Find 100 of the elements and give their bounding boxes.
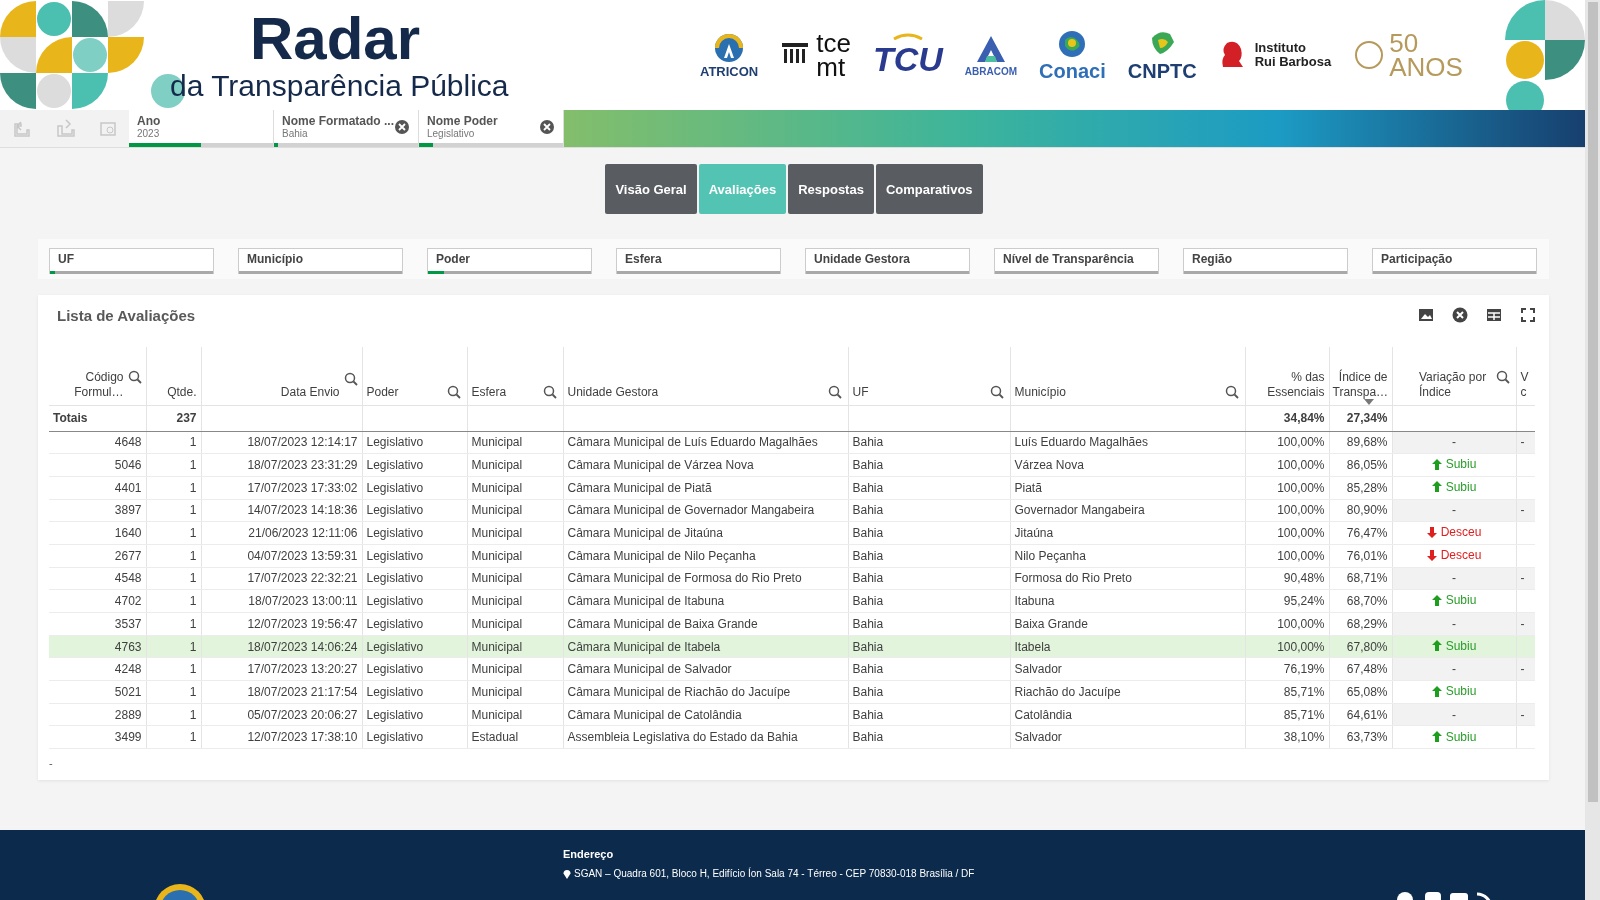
logo-icon: [713, 31, 746, 64]
filter-dropdown[interactable]: Esfera: [616, 248, 781, 274]
close-icon[interactable]: [394, 118, 410, 135]
column-header[interactable]: V c: [1516, 347, 1535, 405]
table-cell: Municipal: [467, 476, 563, 500]
variation-cell: Subiu: [1392, 476, 1516, 500]
table-row[interactable]: 3499 1 12/07/2023 17:38:10 Legislativo Estadual Assembleia Legislativa do Estado da Bahia Bahia Salvador 38,10% 63,73% Subiu: [49, 725, 1535, 749]
table-cell: Câmara Municipal de Salvador: [563, 657, 848, 681]
search-icon[interactable]: [1224, 384, 1239, 399]
table-row[interactable]: 2677 1 04/07/2023 13:59:31 Legislativo Municipal Câmara Municipal de Nilo Peçanha Bahia Nilo Peçanha 100,00% 76,01% Desceu: [49, 544, 1535, 568]
table-cell: 90,48%: [1245, 567, 1329, 590]
table-cell: Bahia: [848, 657, 1010, 681]
selection-chip[interactable]: Nome Poder Legislativo: [419, 110, 564, 147]
down-arrow-icon: [1426, 549, 1437, 561]
up-arrow-icon: [1431, 685, 1442, 697]
footnote-text: -: [49, 757, 53, 770]
table-row[interactable]: 4702 1 18/07/2023 13:00:11 Legislativo Municipal Câmara Municipal de Itabuna Bahia Itabuna 95,24% 68,70% Subiu: [49, 589, 1535, 613]
table-cell: 4548: [49, 567, 146, 590]
table-cell: Legislativo: [362, 725, 467, 749]
table-row[interactable]: 4248 1 17/07/2023 13:20:27 Legislativo Municipal Câmara Municipal de Salvador Bahia Salvador 76,19% 67,48% - -: [49, 657, 1535, 681]
table-cell: Municipal: [467, 589, 563, 613]
variation-cell: Subiu: [1392, 680, 1516, 704]
column-header[interactable]: Variação por Índice: [1392, 347, 1516, 405]
filter-dropdown[interactable]: Região: [1183, 248, 1348, 274]
table-cell: 1: [146, 657, 201, 681]
table-cell: Bahia: [848, 431, 1010, 454]
table-cell: Câmara Municipal de Baixa Grande: [563, 612, 848, 636]
table-row[interactable]: 3897 1 14/07/2023 14:18:36 Legislativo Municipal Câmara Municipal de Governador Mangabeira Bahia Governador Mangabeira 100,00% 80,90% - -: [49, 499, 1535, 522]
table-row[interactable]: 5021 1 18/07/2023 21:17:54 Legislativo Municipal Câmara Municipal de Riachão do Jacuípe Bahia Riachão do Jacuípe 85,71% 65,08% Subiu: [49, 680, 1535, 704]
variation-cell: Desceu: [1392, 544, 1516, 568]
table-cell: 1: [146, 589, 201, 613]
table-icon[interactable]: [1485, 306, 1503, 324]
column-header[interactable]: Esfera: [467, 347, 563, 405]
search-icon[interactable]: [989, 384, 1004, 399]
column-header[interactable]: Unidade Gestora: [563, 347, 848, 405]
filter-dropdown[interactable]: Nível de Transparência: [994, 248, 1159, 274]
column-header[interactable]: UF: [848, 347, 1010, 405]
table-cell: 2677: [49, 544, 146, 568]
tab[interactable]: Respostas: [788, 164, 874, 214]
tab[interactable]: Visão Geral: [605, 164, 697, 214]
search-icon[interactable]: [542, 384, 557, 399]
table-row[interactable]: 5046 1 18/07/2023 23:31:29 Legislativo Municipal Câmara Municipal de Várzea Nova Bahia Várzea Nova 100,00% 86,05% Subiu: [49, 453, 1535, 477]
column-header[interactable]: Poder: [362, 347, 467, 405]
variation-cell: Subiu: [1392, 589, 1516, 613]
logo-text: ANOS: [1389, 55, 1463, 79]
up-arrow-icon: [1431, 458, 1442, 470]
filter-dropdown[interactable]: Participação: [1372, 248, 1537, 274]
tab[interactable]: Comparativos: [875, 164, 983, 214]
table-cell: Várzea Nova: [1010, 453, 1245, 477]
table-cell: Legislativo: [362, 499, 467, 522]
table-cell: Bahia: [848, 680, 1010, 704]
clear-icon[interactable]: [1451, 306, 1469, 324]
search-icon[interactable]: [446, 384, 461, 399]
table-cell: 85,71%: [1245, 680, 1329, 704]
table-row[interactable]: 4401 1 17/07/2023 17:33:02 Legislativo Municipal Câmara Municipal de Piatã Bahia Piatã 100,00% 85,28% Subiu: [49, 476, 1535, 500]
table-cell: Assembleia Legislativa do Estado da Bahia: [563, 725, 848, 749]
column-header[interactable]: Município: [1010, 347, 1245, 405]
table-row[interactable]: 4648 1 18/07/2023 12:14:17 Legislativo Municipal Câmara Municipal de Luís Eduardo Magalhães Bahia Luís Eduardo Magalhães 100,00% 89,68% - -: [49, 431, 1535, 454]
image-icon[interactable]: [1417, 306, 1435, 324]
table-row[interactable]: 4548 1 17/07/2023 22:32:21 Legislativo Municipal Câmara Municipal de Formosa do Rio Preto Bahia Formosa do Rio Preto 90,48% 68,71% - -: [49, 567, 1535, 590]
table-cell: Municipal: [467, 544, 563, 568]
table-cell: 4401: [49, 476, 146, 500]
filter-dropdown[interactable]: Unidade Gestora: [805, 248, 970, 274]
fullscreen-icon[interactable]: [1519, 306, 1537, 324]
selection-chip[interactable]: Ano 2023: [129, 110, 274, 147]
scrollbar[interactable]: [1585, 0, 1600, 900]
table-row[interactable]: 2889 1 05/07/2023 20:06:27 Legislativo Municipal Câmara Municipal de Catolândia Bahia Catolândia 85,71% 64,61% - -: [49, 703, 1535, 726]
table-cell: Municipal: [467, 680, 563, 704]
logo-icon: [891, 31, 924, 40]
table-cell: 76,19%: [1245, 657, 1329, 681]
filter-dropdown[interactable]: Município: [238, 248, 403, 274]
table-cell: Legislativo: [362, 476, 467, 500]
table-cell: 65,08%: [1329, 680, 1392, 704]
table-cell: Bahia: [848, 725, 1010, 749]
table-row[interactable]: 3537 1 12/07/2023 19:56:47 Legislativo Municipal Câmara Municipal de Baixa Grande Bahia Baixa Grande 100,00% 68,29% - -: [49, 612, 1535, 636]
search-icon[interactable]: [1495, 369, 1510, 384]
column-header[interactable]: Data Envio: [201, 347, 362, 405]
table-cell: Catolândia: [1010, 703, 1245, 726]
table-cell: 86,05%: [1329, 453, 1392, 477]
table-cell: 18/07/2023 13:00:11: [201, 589, 362, 613]
search-icon[interactable]: [343, 371, 358, 386]
table-cell: Bahia: [848, 476, 1010, 500]
search-icon[interactable]: [127, 369, 142, 384]
table-row[interactable]: 4763 1 18/07/2023 14:06:24 Legislativo Municipal Câmara Municipal de Itabela Bahia Itabela 100,00% 67,80% Subiu: [49, 635, 1535, 658]
filter-dropdown[interactable]: Poder: [427, 248, 592, 274]
column-header[interactable]: Índice de Transpa…: [1329, 347, 1392, 405]
table-row[interactable]: 1640 1 21/06/2023 12:11:06 Legislativo Municipal Câmara Municipal de Jitaúna Bahia Jitaúna 100,00% 76,47% Desceu: [49, 521, 1535, 545]
selection-chip[interactable]: Nome Formatado ... Bahia: [274, 110, 419, 147]
close-icon[interactable]: [539, 118, 555, 135]
totals-cell: Totais: [49, 405, 146, 431]
table-cell: Câmara Municipal de Itabuna: [563, 589, 848, 613]
table-cell: Municipal: [467, 612, 563, 636]
column-header[interactable]: Código Formul…: [49, 347, 146, 405]
column-header[interactable]: Qtde.: [146, 347, 201, 405]
table-cell: Legislativo: [362, 567, 467, 590]
filter-dropdown[interactable]: UF: [49, 248, 214, 274]
table-cell: 1: [146, 635, 201, 658]
search-icon[interactable]: [827, 384, 842, 399]
column-header[interactable]: % das Essenciais: [1245, 347, 1329, 405]
table-cell: 76,01%: [1329, 544, 1392, 568]
